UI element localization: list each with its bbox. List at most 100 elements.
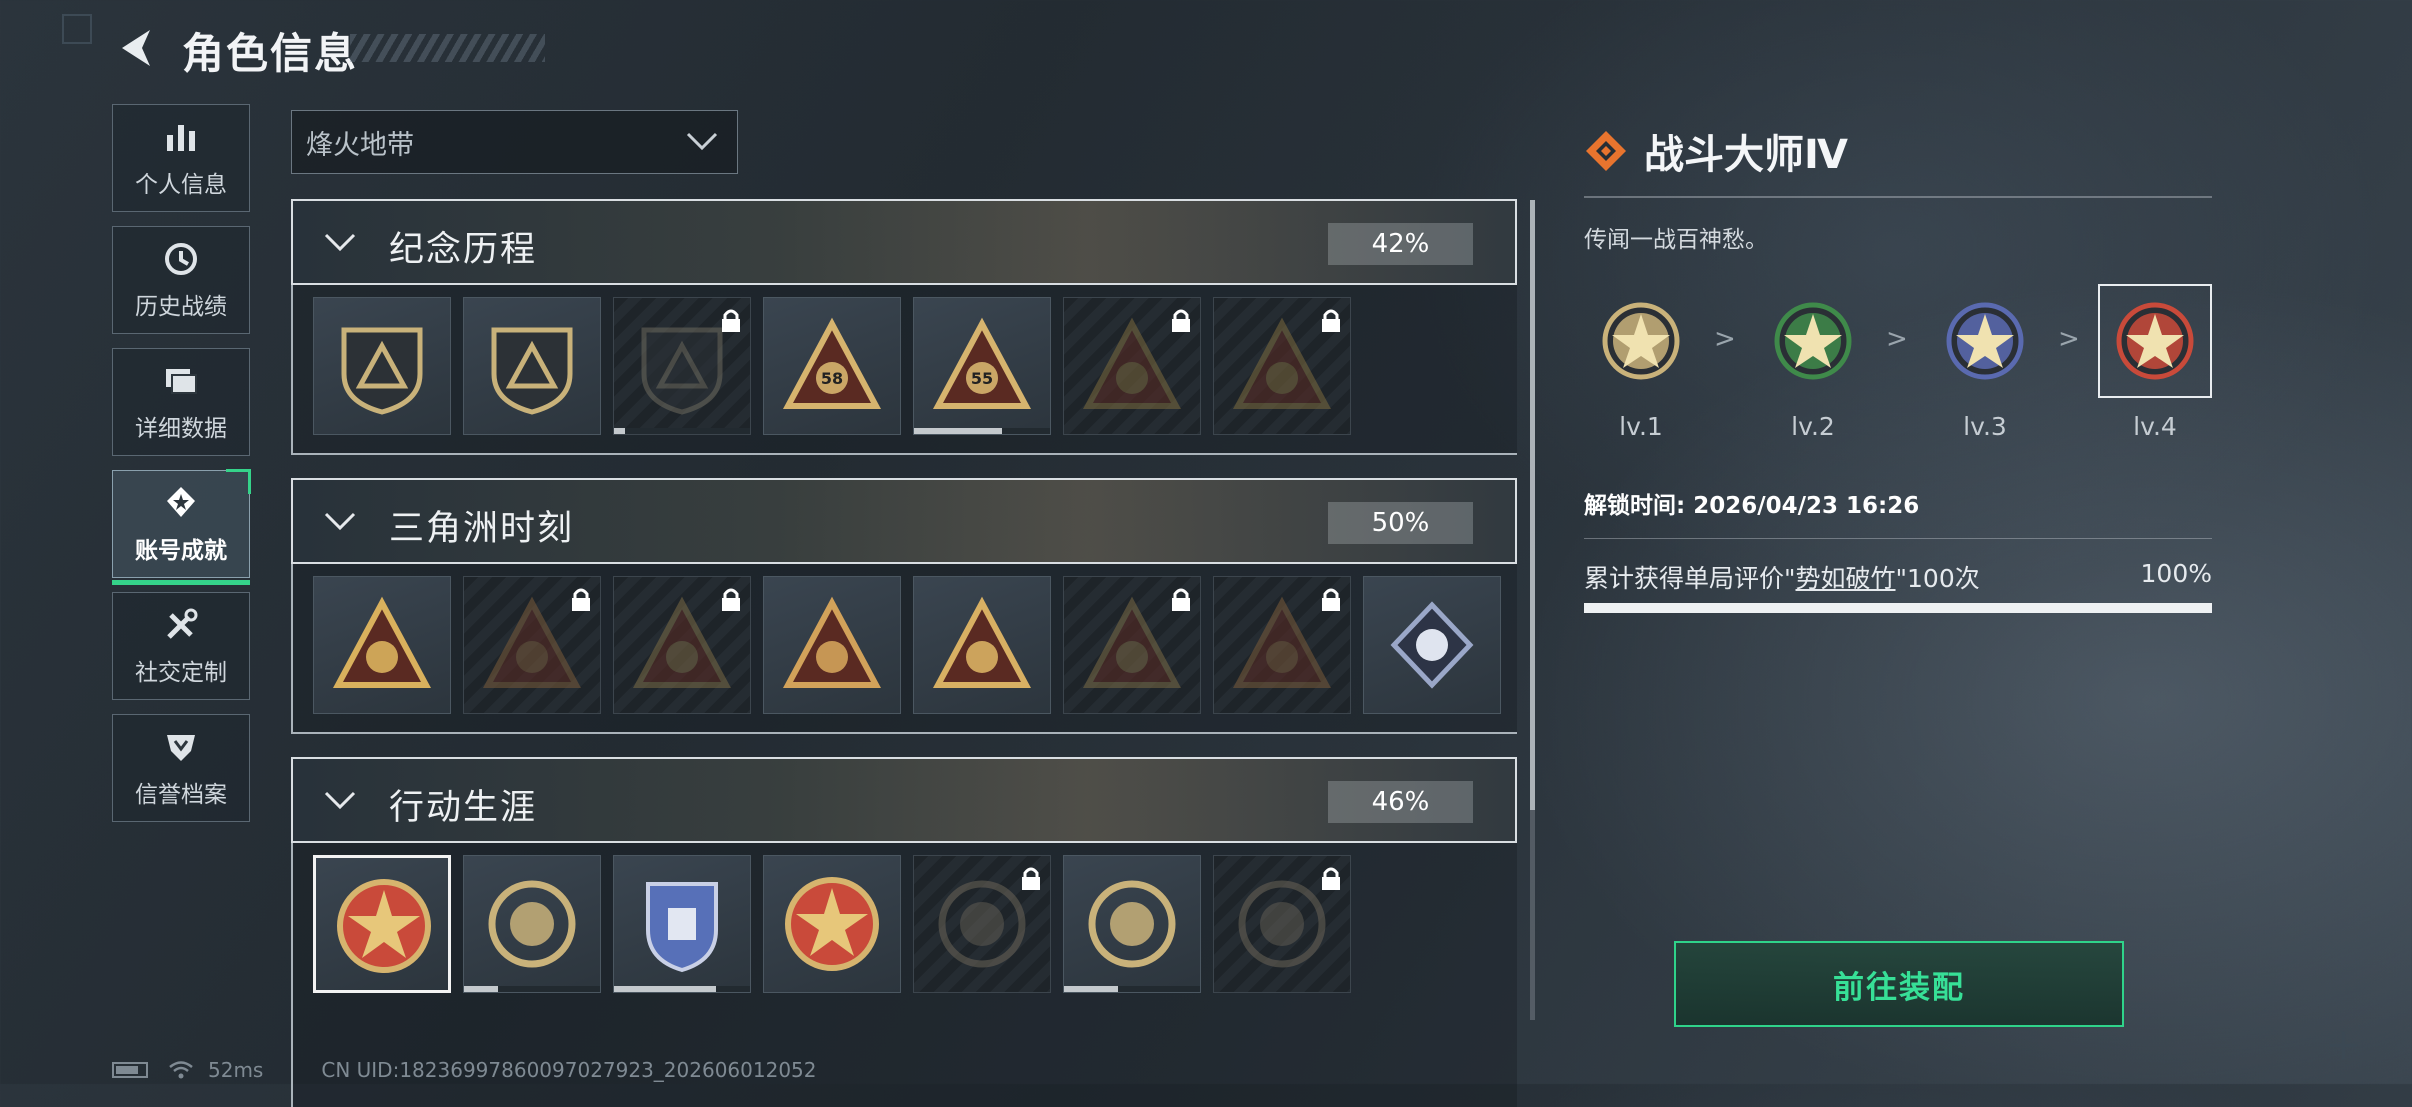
badge-number: 55 xyxy=(971,369,993,388)
nav-item-credit[interactable]: 信誉档案 xyxy=(112,714,250,822)
badge-row xyxy=(313,576,1513,714)
achievement-badge[interactable] xyxy=(1063,297,1201,435)
achievement-badge[interactable] xyxy=(1213,576,1351,714)
achievement-badge[interactable] xyxy=(613,855,751,993)
requirement-progress-bar xyxy=(1584,603,2212,613)
achievement-badge[interactable] xyxy=(913,855,1051,993)
title-decoration xyxy=(350,34,545,62)
chevron-down-icon xyxy=(324,791,356,810)
go-equip-label: 前往装配 xyxy=(1833,969,1965,1006)
scrollbar-thumb[interactable] xyxy=(1530,200,1535,810)
detail-title: 战斗大师Ⅳ xyxy=(1584,120,2212,182)
achievement-badge[interactable] xyxy=(313,855,451,993)
achievement-badge[interactable] xyxy=(613,297,751,435)
nav-item-data[interactable]: 详细数据 xyxy=(112,348,250,456)
level-track: > > > lv.1 lv.2 lv.3 lv.4 xyxy=(1584,283,2212,454)
badge-emblem-icon xyxy=(932,596,1032,688)
achievement-badge[interactable] xyxy=(763,576,901,714)
category-percent: 46% xyxy=(1328,781,1473,823)
level-badge-1[interactable] xyxy=(1584,284,1698,398)
achievement-category: 三角洲时刻 50% xyxy=(291,478,1517,734)
level-badge-4[interactable] xyxy=(2098,283,2212,398)
side-nav: 个人信息 历史战绩 详细数据 账号成就 社交定制 信誉档案 xyxy=(112,104,251,836)
nav-label: 账号成就 xyxy=(135,538,227,564)
achievement-badge[interactable] xyxy=(1063,576,1201,714)
level-badge-3[interactable] xyxy=(1928,284,2042,398)
folder-icon xyxy=(166,369,197,394)
achievement-badge[interactable] xyxy=(1213,855,1351,993)
category-percent: 50% xyxy=(1328,502,1473,544)
category-header[interactable]: 三角洲时刻 50% xyxy=(291,478,1517,564)
badge-progress-bar xyxy=(614,986,750,992)
achievement-badge[interactable] xyxy=(1063,855,1201,993)
medal-icon xyxy=(1602,302,1680,379)
badge-emblem-icon xyxy=(491,327,573,415)
diamond-icon xyxy=(1586,131,1626,171)
achievement-badge[interactable] xyxy=(463,297,601,435)
badge-emblem-icon xyxy=(1390,601,1474,689)
badge-emblem-icon xyxy=(332,596,432,688)
battery-icon xyxy=(112,1062,148,1078)
achievement-badge[interactable] xyxy=(1213,297,1351,435)
badge-emblem-icon xyxy=(782,596,882,688)
nav-label: 历史战绩 xyxy=(135,294,227,320)
badge-emblem-icon: 58 xyxy=(782,317,882,409)
badge-emblem-icon xyxy=(646,882,718,973)
achievement-badge[interactable]: 58 xyxy=(763,297,901,435)
category-title: 三角洲时刻 xyxy=(389,509,575,549)
achievement-badge[interactable] xyxy=(313,297,451,435)
lock-icon xyxy=(1172,309,1190,332)
level-label: lv.3 xyxy=(1963,411,2007,441)
achievement-badge[interactable] xyxy=(1363,576,1501,714)
badge-emblem-icon xyxy=(1088,880,1176,968)
badge-progress-fill xyxy=(464,986,498,992)
wifi-icon xyxy=(169,1061,193,1079)
corner-decoration xyxy=(62,14,92,44)
lock-icon xyxy=(1022,867,1040,890)
divider xyxy=(1584,537,2212,539)
mode-dropdown[interactable]: 烽火地带 xyxy=(291,110,738,174)
lock-icon xyxy=(722,588,740,611)
requirement-row: 累计获得单局评价"势如破竹"100次 100% xyxy=(1584,559,2212,599)
nav-item-history[interactable]: 历史战绩 xyxy=(112,226,250,334)
back-button[interactable] xyxy=(112,26,156,70)
badge-emblem-icon xyxy=(488,880,576,968)
achievement-badge[interactable]: 55 xyxy=(913,297,1051,435)
category-header[interactable]: 行动生涯 46% xyxy=(291,757,1517,843)
divider xyxy=(1584,196,2212,198)
go-equip-button[interactable]: 前往装配 xyxy=(1674,941,2124,1027)
nav-item-profile[interactable]: 个人信息 xyxy=(112,104,250,212)
level-label: lv.2 xyxy=(1791,411,1835,441)
requirement-suffix: "100次 xyxy=(1895,564,1980,593)
level-arrow: > xyxy=(1886,323,1908,354)
level-badge-2[interactable] xyxy=(1756,284,1870,398)
mode-dropdown-value: 烽火地带 xyxy=(306,129,414,161)
badge-row xyxy=(313,855,1363,993)
category-body: 58 55 xyxy=(291,285,1517,455)
chevron-down-icon xyxy=(324,512,356,531)
badge-progress-fill xyxy=(1064,986,1119,992)
ping-value: 52ms xyxy=(208,1058,264,1082)
achievement-badge[interactable] xyxy=(313,576,451,714)
lock-icon xyxy=(1322,867,1340,890)
detail-title-text: 战斗大师Ⅳ xyxy=(1644,132,1848,178)
achievement-badge[interactable] xyxy=(913,576,1051,714)
nav-item-social[interactable]: 社交定制 xyxy=(112,592,250,700)
back-arrow-icon xyxy=(122,30,150,66)
level-arrow: > xyxy=(2058,323,2080,354)
badge-emblem-icon: 55 xyxy=(932,317,1032,409)
achievement-badge[interactable] xyxy=(613,576,751,714)
badge-row: 58 55 xyxy=(313,297,1363,435)
category-header[interactable]: 纪念历程 42% xyxy=(291,199,1517,285)
level-label: lv.4 xyxy=(2133,411,2177,441)
achievement-detail-panel: 战斗大师Ⅳ 传闻一战百神愁。 > > > lv.1 lv.2 lv.3 lv.4… xyxy=(1584,120,2212,613)
nav-label: 个人信息 xyxy=(135,172,227,198)
chevron-down-icon xyxy=(686,132,718,151)
nav-item-achievements[interactable]: 账号成就 xyxy=(112,469,251,585)
achievement-badge[interactable] xyxy=(763,855,901,993)
badge-progress-fill xyxy=(614,428,625,434)
achievement-badge[interactable] xyxy=(463,855,601,993)
level-label: lv.1 xyxy=(1619,411,1663,441)
achievement-badge[interactable] xyxy=(463,576,601,714)
tools-icon xyxy=(167,608,198,639)
